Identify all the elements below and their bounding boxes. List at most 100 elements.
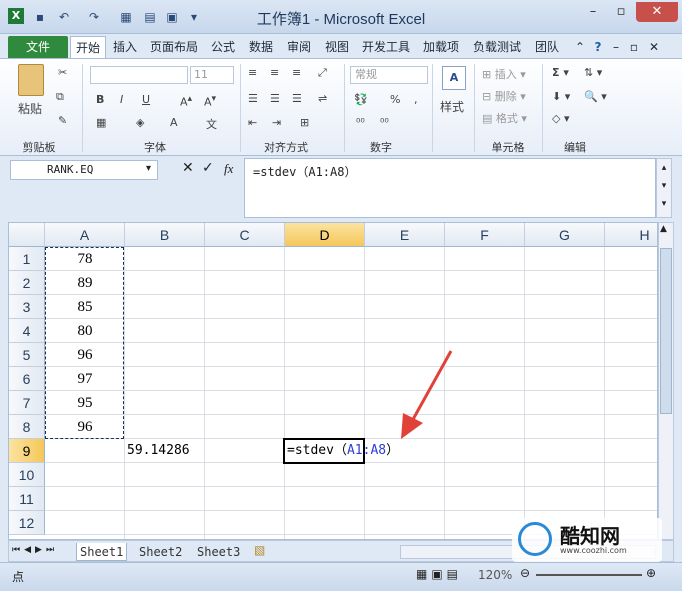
row-header[interactable]: 4 [9,319,45,343]
column-header[interactable]: G [525,223,605,247]
tab-file[interactable]: 文件 [8,36,68,58]
font-size-field[interactable]: 11 [190,66,234,84]
accounting-format-icon[interactable]: 💱 [354,93,368,106]
decrease-decimal-icon[interactable]: ⁰⁰ [380,116,389,129]
decrease-indent-icon[interactable]: ⇤ [248,116,257,129]
align-left-icon[interactable]: ☰ [248,92,258,105]
maximize-button[interactable]: ▫ [608,2,634,22]
zoom-out-icon[interactable]: ⊖ [520,566,530,580]
row-header[interactable]: 1 [9,247,45,271]
align-right-icon[interactable]: ☰ [292,92,302,105]
enter-entry-icon[interactable]: ✓ [202,160,214,176]
grow-font-icon[interactable]: A▴ [180,93,192,109]
styles-icon[interactable]: A [442,66,466,90]
minimize-button[interactable]: – [580,2,606,22]
insert-cells-button[interactable]: ⊞ 插入 ▾ [482,66,526,82]
row-header[interactable]: 10 [9,463,45,487]
column-header[interactable]: H [605,223,657,247]
format-cells-button[interactable]: ▤ 格式 ▾ [482,110,527,126]
row-header[interactable]: 2 [9,271,45,295]
tab-data[interactable]: 数据 [244,36,278,58]
close-button[interactable]: ✕ [636,2,678,22]
align-top-icon[interactable]: ≡ [248,66,257,79]
increase-decimal-icon[interactable]: ⁰⁰ [356,116,365,129]
copy-icon[interactable]: ⧉ [56,90,64,104]
shrink-font-icon[interactable]: A▾ [204,93,216,109]
tab-developer[interactable]: 开发工具 [358,36,414,58]
tab-home[interactable]: 开始 [70,36,106,58]
row-header[interactable]: 11 [9,487,45,511]
number-format-field[interactable]: 常规 [350,66,428,84]
row-header[interactable]: 7 [9,391,45,415]
name-box[interactable]: RANK.EQ [10,160,158,180]
paste-icon[interactable] [18,64,44,96]
fill-icon[interactable]: ⬇ ▾ [552,90,570,103]
doc-close-icon[interactable]: ✕ [646,36,662,58]
doc-minimize-icon[interactable]: – [608,36,624,58]
wrap-text-icon[interactable]: ⇌ [318,92,327,105]
tab-insert[interactable]: 插入 [108,36,142,58]
column-header[interactable]: E [365,223,445,247]
formula-input[interactable]: =stdev（A1:A8） [244,158,656,218]
sheet-tab-sheet3[interactable]: Sheet3 [194,543,243,561]
row-header[interactable]: 12 [9,511,45,535]
underline-button[interactable]: U [142,93,150,106]
tab-add-ins[interactable]: 加载项 [418,36,464,58]
column-header[interactable]: F [445,223,525,247]
column-header[interactable]: A [45,223,125,247]
ribbon-collapse-icon[interactable]: ⌃ [572,36,588,58]
cell-b9[interactable]: 59.14286 [127,439,205,463]
font-name-field[interactable] [90,66,188,84]
increase-indent-icon[interactable]: ⇥ [272,116,281,129]
cell-d9-formula[interactable]: =stdev（A1:A8） [287,439,399,463]
column-header[interactable]: B [125,223,205,247]
doc-restore-icon[interactable]: ▫ [626,36,642,58]
orientation-icon[interactable]: ⤢ [318,66,327,80]
align-bottom-icon[interactable]: ≡ [292,66,301,79]
cancel-entry-icon[interactable]: ✕ [182,160,194,176]
format-painter-icon[interactable]: ✎ [58,114,67,127]
select-all-corner[interactable] [9,223,45,247]
row-header[interactable]: 5 [9,343,45,367]
borders-icon[interactable]: ▦ [96,116,106,129]
find-select-icon[interactable]: 🔍 ▾ [584,90,607,103]
sheet-tab-sheet1[interactable]: Sheet1 [76,543,128,561]
styles-button[interactable]: 样式 [440,98,464,115]
row-header[interactable]: 3 [9,295,45,319]
tab-review[interactable]: 审阅 [282,36,316,58]
align-middle-icon[interactable]: ≡ [270,66,279,79]
insert-sheet-icon[interactable]: ▧ [254,543,265,557]
worksheet-grid[interactable]: A B C D E F G H 1 2 3 4 5 6 7 8 9 10 11 … [8,222,658,540]
tab-page-layout[interactable]: 页面布局 [146,36,202,58]
align-center-icon[interactable]: ☰ [270,92,280,105]
percent-style-button[interactable]: % [390,93,400,106]
tab-view[interactable]: 视图 [320,36,354,58]
row-header[interactable]: 6 [9,367,45,391]
delete-cells-button[interactable]: ⊟ 删除 ▾ [482,88,526,104]
sheet-tab-sheet2[interactable]: Sheet2 [136,543,185,561]
row-header[interactable]: 8 [9,415,45,439]
sort-filter-icon[interactable]: ⇅ ▾ [584,66,602,79]
paste-button[interactable]: 粘贴 [18,100,42,117]
fill-color-icon[interactable]: ◈ [136,116,144,129]
bold-button[interactable]: B [96,93,104,106]
clear-icon[interactable]: ◇ ▾ [552,112,569,125]
help-icon[interactable]: ? [590,36,606,58]
name-box-dropdown-icon[interactable]: ▾ [146,163,151,174]
formula-bar-scroll[interactable]: ▴ ▾ ▾ [656,158,672,218]
zoom-slider[interactable] [536,574,642,576]
merge-center-icon[interactable]: ⊞ [300,116,309,129]
sheet-nav-icon[interactable]: ⏮◀▶⏭ [12,545,58,555]
cut-icon[interactable]: ✂ [58,66,67,79]
column-header[interactable]: D [285,223,365,247]
tab-formulas[interactable]: 公式 [206,36,240,58]
scroll-thumb[interactable] [660,248,672,414]
row-header[interactable]: 9 [9,439,45,463]
scroll-up-icon[interactable]: ▲ [660,224,667,234]
tab-load-test[interactable]: 负载测试 [468,36,526,58]
tab-team[interactable]: 团队 [530,36,564,58]
zoom-level[interactable]: 120% [478,568,512,582]
phonetic-icon[interactable]: 文 [206,116,217,132]
insert-function-button[interactable]: fx [224,161,233,177]
zoom-in-icon[interactable]: ⊕ [646,566,656,580]
